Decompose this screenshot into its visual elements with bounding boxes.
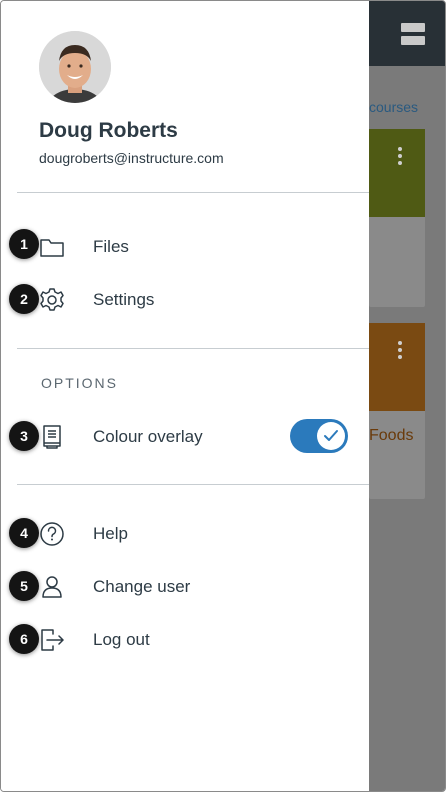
callout-badge: 3 [9, 421, 39, 451]
logout-icon [39, 627, 65, 653]
user-name: Doug Roberts [39, 119, 178, 142]
menu-label-files: Files [93, 237, 129, 256]
background-menu-icon [401, 23, 425, 45]
avatar[interactable] [39, 31, 111, 103]
callout-badge: 1 [9, 229, 39, 259]
menu-label-change-user: Change user [93, 577, 191, 596]
background-card-title: Foods [369, 427, 414, 444]
profile-drawer: Doug Roberts dougroberts@instructure.com… [1, 1, 369, 791]
menu-item-log-out[interactable]: Log out [1, 618, 369, 662]
folder-icon [39, 234, 65, 260]
menu-item-settings[interactable]: Settings [1, 278, 369, 322]
background-more-icon [398, 341, 402, 362]
background-more-icon [398, 147, 402, 168]
callout-badge: 4 [9, 518, 39, 548]
menu-item-change-user[interactable]: Change user [1, 565, 369, 609]
menu-label-colour-overlay: Colour overlay [93, 427, 203, 446]
toggle-knob [317, 422, 345, 450]
gear-icon [39, 287, 65, 313]
colour-overlay-toggle[interactable] [290, 419, 348, 453]
divider [17, 192, 369, 193]
menu-label-settings: Settings [93, 290, 155, 309]
background-topbar [369, 1, 445, 66]
background-course-card: Foods [369, 323, 425, 499]
menu-item-files[interactable]: Files [1, 225, 369, 269]
background-course-card [369, 129, 425, 307]
callout-badge: 2 [9, 284, 39, 314]
app-frame: courses Foods Doug Roberts dougroberts@i… [0, 0, 446, 792]
question-circle-icon [39, 521, 65, 547]
checkmark-icon [324, 430, 338, 441]
callout-badge: 5 [9, 571, 39, 601]
menu-label-help: Help [93, 524, 128, 543]
background-courses-link: courses [369, 99, 419, 115]
user-icon [39, 574, 65, 600]
divider [17, 348, 369, 349]
menu-item-help[interactable]: Help [1, 512, 369, 556]
options-heading: OPTIONS [41, 375, 119, 391]
menu-label-log-out: Log out [93, 630, 150, 649]
user-email: dougroberts@instructure.com [39, 150, 224, 166]
callout-badge: 6 [9, 624, 39, 654]
book-icon [39, 424, 65, 450]
background-dashboard: courses Foods [369, 1, 445, 791]
divider [17, 484, 369, 485]
